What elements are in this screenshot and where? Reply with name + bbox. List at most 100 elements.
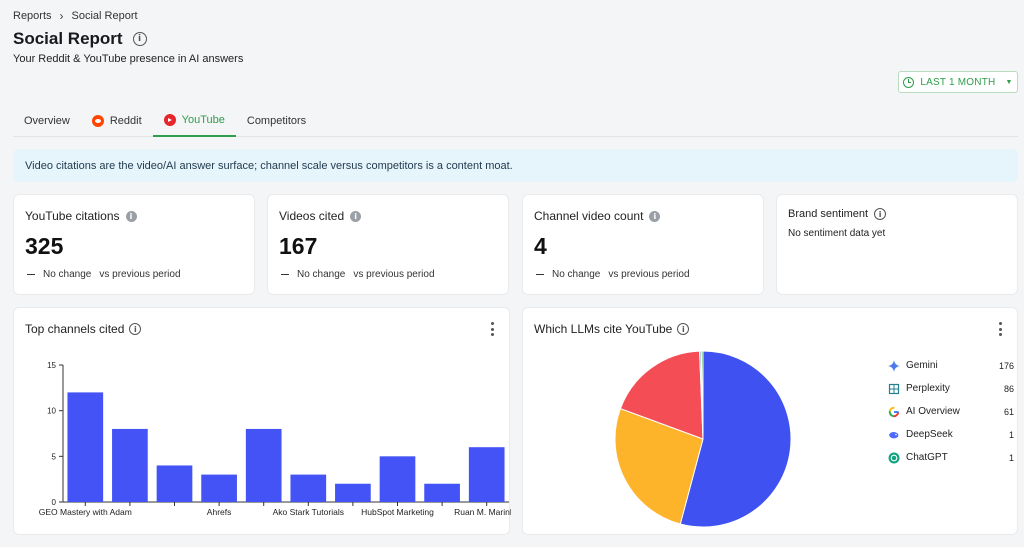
- bar: [379, 456, 416, 502]
- tab-youtube[interactable]: YouTube: [152, 104, 236, 137]
- y-tick-label: 10: [47, 407, 56, 416]
- info-icon[interactable]: i: [649, 210, 661, 222]
- tab-overview[interactable]: Overview: [13, 104, 81, 137]
- breadcrumb-current: Social Report: [71, 10, 138, 22]
- bar: [335, 483, 371, 502]
- legend-value: 1: [1008, 429, 1014, 440]
- tab-label: Competitors: [246, 114, 307, 127]
- chevron-right-icon: ›: [59, 9, 64, 23]
- dash-icon: [27, 273, 35, 276]
- pie-legend: Gemini 176 Perplexity 86 AI Overview 61 …: [888, 354, 1014, 469]
- legend-value: 86: [1003, 383, 1014, 394]
- stat-label-row: Videos cited i: [279, 209, 362, 223]
- legend-label: Perplexity: [906, 383, 950, 394]
- info-icon[interactable]: i: [132, 32, 147, 46]
- x-tick-label: GEO Mastery with Adam: [39, 507, 132, 517]
- bar: [424, 483, 460, 502]
- stat-compare-text: vs previous period: [608, 269, 690, 280]
- brand-sentiment-label: Brand sentiment: [788, 208, 869, 220]
- pie-chart: [614, 350, 792, 528]
- bar: [67, 392, 104, 502]
- brand-sentiment-label-row: Brand sentiment i: [788, 208, 887, 220]
- perplexity-icon: [888, 383, 900, 394]
- chatgpt-icon: [888, 452, 900, 463]
- info-icon[interactable]: i: [125, 210, 137, 222]
- legend-value: 176: [998, 360, 1014, 371]
- x-tick-label: Ahrefs: [207, 507, 232, 517]
- info-icon[interactable]: i: [350, 210, 362, 222]
- bar: [112, 428, 148, 502]
- x-tick-label: HubSpot Marketing: [361, 507, 434, 517]
- breadcrumb: Reports › Social Report: [13, 9, 138, 23]
- stat-value: 4: [534, 233, 547, 259]
- legend-item[interactable]: Gemini 176: [888, 354, 1014, 377]
- stat-compare-text: vs previous period: [99, 269, 181, 280]
- stat-change: No change vs previous period: [281, 269, 435, 280]
- llm-pie-panel: Which LLMs cite YouTube i Gemini 176 Per…: [522, 307, 1018, 535]
- bar: [201, 474, 237, 502]
- date-range-button[interactable]: LAST 1 MONTH ▼: [898, 71, 1018, 93]
- page-title: Social Report: [13, 29, 123, 48]
- tab-label: Reddit: [109, 114, 142, 127]
- legend-item[interactable]: DeepSeek 1: [888, 423, 1014, 446]
- bar: [468, 447, 505, 502]
- more-options-icon[interactable]: [999, 322, 1003, 336]
- legend-item[interactable]: Perplexity 86: [888, 377, 1014, 400]
- page-title-row: Social Report i: [13, 29, 147, 49]
- stat-label-row: Channel video count i: [534, 209, 661, 223]
- y-tick-label: 0: [52, 498, 57, 507]
- stat-card-videos-cited: Videos cited i 167 No change vs previous…: [267, 194, 509, 295]
- stat-change: No change vs previous period: [536, 269, 690, 280]
- date-range-label: LAST 1 MONTH: [920, 76, 996, 88]
- stat-value: 167: [279, 233, 318, 259]
- google-icon: [888, 406, 900, 417]
- top-channels-panel: Top channels cited i 0 5 10 15 GEO Mastery w…: [13, 307, 511, 535]
- bar: [156, 465, 193, 502]
- stat-card-youtube-citations: YouTube citations i 325 No change vs pre…: [13, 194, 255, 295]
- breadcrumb-reports-link[interactable]: Reports: [13, 10, 52, 22]
- y-tick-label: 15: [47, 361, 56, 370]
- bar: [245, 428, 282, 502]
- reddit-icon: [91, 114, 104, 127]
- deepseek-icon: [889, 431, 899, 438]
- legend-item[interactable]: AI Overview 61: [888, 400, 1014, 423]
- dash-icon: [281, 273, 289, 276]
- legend-label: ChatGPT: [906, 452, 948, 463]
- x-tick-label: Ruan M. Marinho: [454, 507, 511, 517]
- brand-sentiment-empty: No sentiment data yet: [788, 228, 886, 239]
- dash-icon: [536, 273, 544, 276]
- tab-reddit[interactable]: Reddit: [81, 104, 153, 137]
- legend-label: Gemini: [906, 360, 938, 371]
- tab-label: YouTube: [181, 113, 225, 126]
- stat-change-text: No change: [552, 269, 601, 280]
- brand-sentiment-card: Brand sentiment i No sentiment data yet: [776, 194, 1018, 295]
- stat-label: Videos cited: [279, 209, 345, 223]
- page-subtitle: Your Reddit & YouTube presence in AI ans…: [13, 53, 244, 65]
- legend-label: DeepSeek: [906, 429, 953, 440]
- bar: [290, 474, 327, 502]
- stat-label-row: YouTube citations i: [25, 209, 137, 223]
- clock-icon: [903, 76, 915, 88]
- tab-bar: Overview Reddit YouTube Competitors: [13, 104, 1018, 137]
- info-banner: Video citations are the video/AI answer …: [13, 149, 1018, 182]
- caret-down-icon: ▼: [1005, 78, 1013, 86]
- y-tick-label: 5: [52, 452, 57, 461]
- tab-competitors[interactable]: Competitors: [236, 104, 317, 137]
- stat-label: Channel video count: [534, 209, 644, 223]
- legend-label: AI Overview: [906, 406, 960, 417]
- stat-change-text: No change: [43, 269, 92, 280]
- legend-item[interactable]: ChatGPT 1: [888, 446, 1014, 469]
- stat-value: 325: [25, 233, 64, 259]
- tab-label: Overview: [24, 114, 70, 127]
- youtube-icon: [163, 113, 176, 126]
- legend-value: 1: [1008, 452, 1014, 463]
- stat-change-text: No change: [297, 269, 346, 280]
- stat-label: YouTube citations: [25, 209, 120, 223]
- stat-change: No change vs previous period: [27, 269, 181, 280]
- bar-chart: 0 5 10 15 GEO Mastery with Adam Ahrefs Ako Sta…: [39, 361, 511, 517]
- gemini-icon: [888, 359, 900, 372]
- stat-card-channel-video-count: Channel video count i 4 No change vs pre…: [522, 194, 764, 295]
- legend-value: 61: [1003, 406, 1014, 417]
- info-icon[interactable]: i: [874, 208, 887, 220]
- x-tick-label: Ako Stark Tutorials: [273, 507, 344, 517]
